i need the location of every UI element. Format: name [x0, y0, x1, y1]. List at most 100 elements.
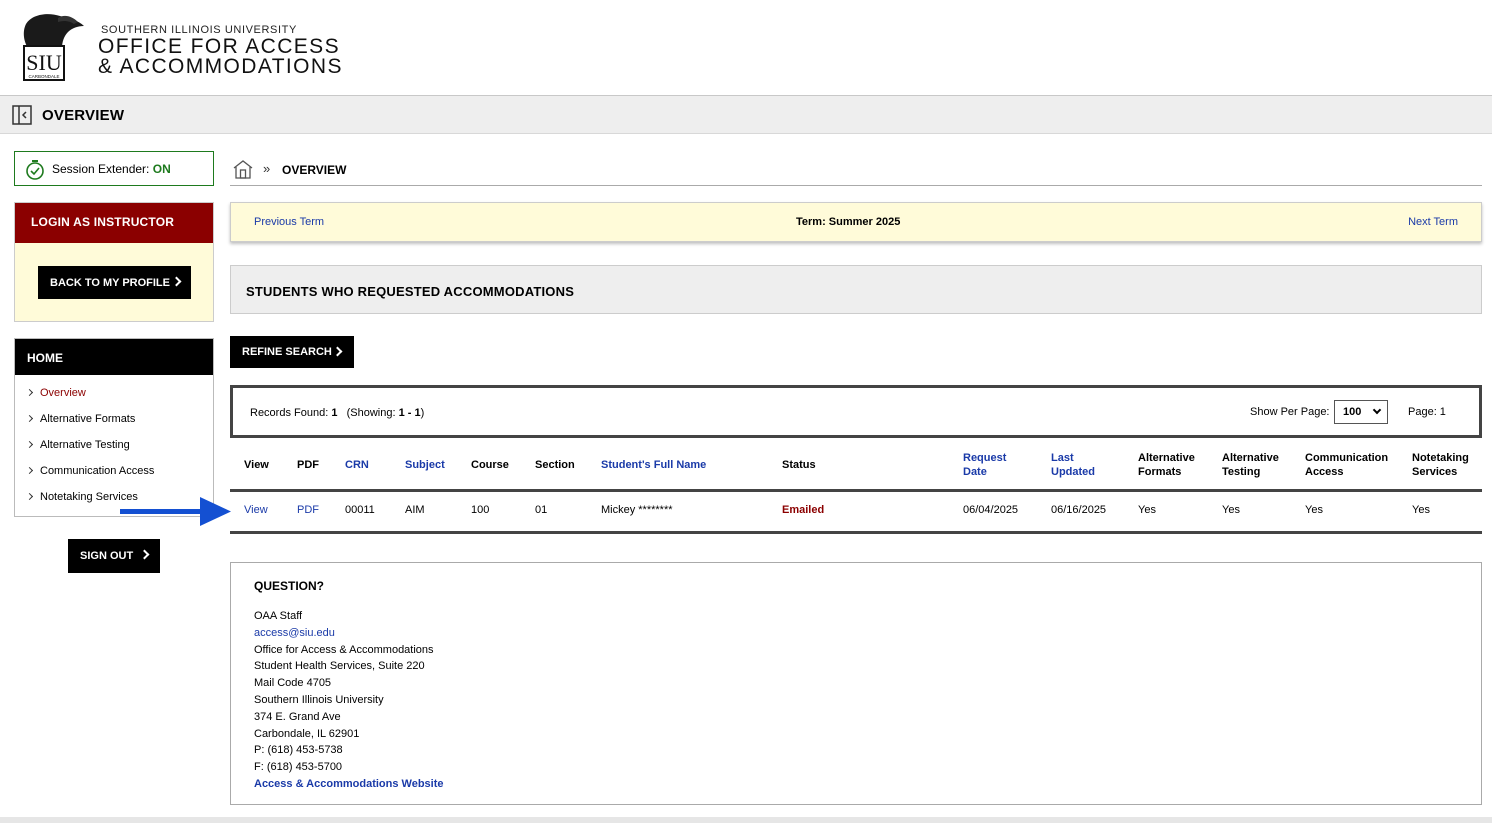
- contact-city: Carbondale, IL 62901: [254, 728, 360, 740]
- sidebar-item-communication-access[interactable]: Communication Access: [25, 465, 155, 477]
- back-to-profile-button[interactable]: BACK TO MY PROFILE: [38, 266, 191, 299]
- sidebar-collapse-icon[interactable]: [12, 105, 32, 125]
- cell-alternative-formats: Yes: [1138, 504, 1156, 516]
- session-extender[interactable]: Session Extender: ON: [14, 151, 214, 186]
- chevron-down-icon: [1372, 405, 1382, 415]
- title-bar: OVERVIEW: [0, 95, 1492, 134]
- chevron-right-icon: [25, 440, 34, 449]
- question-heading: QUESTION?: [254, 579, 325, 593]
- chevron-right-icon: [332, 346, 343, 357]
- site-header: SIU CARBONDALE SOUTHERN ILLINOIS UNIVERS…: [0, 0, 1492, 96]
- chevron-right-icon: [25, 466, 34, 475]
- chevron-right-icon: [139, 549, 150, 560]
- table-header: View PDF CRN Subject Course Section Stud…: [230, 442, 1482, 492]
- contact-mail-code: Mail Code 4705: [254, 677, 332, 689]
- contact-location: Student Health Services, Suite 220: [254, 660, 425, 672]
- breadcrumb-separator: »: [263, 161, 271, 176]
- sidebar-item-label: Alternative Formats: [40, 413, 136, 425]
- page-title: OVERVIEW: [42, 107, 125, 124]
- column-header-status: Status: [782, 459, 816, 471]
- table-row: View PDF 00011 AIM 100 01 Mickey *******…: [230, 492, 1482, 534]
- chevron-right-icon: [171, 276, 182, 287]
- login-as-instructor-panel: LOGIN AS INSTRUCTOR BACK TO MY PROFILE: [14, 202, 214, 322]
- column-header-course: Course: [471, 459, 509, 471]
- column-header-alternative-testing: Alternative Testing: [1222, 452, 1279, 478]
- cell-last-updated: 06/16/2025: [1051, 504, 1107, 516]
- sidebar-item-label: Overview: [40, 387, 86, 399]
- chevron-right-icon: [25, 388, 34, 397]
- session-extender-state: ON: [152, 162, 171, 176]
- records-found-text: Records Found: 1 (Showing: 1 - 1): [250, 407, 425, 419]
- contact-info-box: QUESTION? OAA Staff access@siu.edu Offic…: [230, 562, 1482, 805]
- sidebar-nav: HOME Overview Alternative Formats Altern…: [14, 338, 214, 517]
- contact-phone: P: (618) 453-5738: [254, 744, 343, 756]
- contact-name: OAA Staff: [254, 610, 303, 622]
- svg-text:SIU: SIU: [26, 50, 62, 75]
- cell-course: 100: [471, 504, 490, 516]
- records-count: 1: [331, 407, 338, 419]
- view-link[interactable]: View: [244, 504, 268, 516]
- chevron-right-icon: [25, 414, 34, 423]
- records-summary: Records Found: 1 (Showing: 1 - 1) Show P…: [230, 385, 1482, 438]
- sidebar-item-alternative-testing[interactable]: Alternative Testing: [25, 439, 130, 451]
- section-heading: STUDENTS WHO REQUESTED ACCOMMODATIONS: [230, 265, 1482, 314]
- session-extender-label: Session Extender:: [52, 162, 153, 176]
- page-indicator: Page: 1: [1408, 406, 1446, 418]
- sign-out-button[interactable]: SIGN OUT: [68, 539, 160, 573]
- office-name-line-2: & ACCOMMODATIONS: [98, 55, 343, 78]
- cell-student-name: Mickey ********: [601, 504, 673, 516]
- cell-crn: 00011: [345, 504, 375, 516]
- cell-status: Emailed: [782, 504, 825, 516]
- next-term-link[interactable]: Next Term: [1408, 216, 1458, 228]
- page-footer-strip: [0, 817, 1492, 823]
- term-selector: Previous Term Term: Summer 2025 Next Ter…: [230, 202, 1482, 242]
- column-header-request-date[interactable]: Request Date: [963, 451, 1006, 479]
- sign-out-label: SIGN OUT: [80, 550, 134, 562]
- column-header-communication-access: Communication Access: [1305, 452, 1389, 478]
- current-term-label: Term: Summer 2025: [796, 216, 901, 228]
- sidebar-item-label: Alternative Testing: [40, 439, 130, 451]
- refine-search-label: REFINE SEARCH: [242, 346, 332, 358]
- stopwatch-check-icon: [26, 160, 44, 180]
- website-link[interactable]: Access & Accommodations Website: [254, 778, 444, 790]
- column-header-view: View: [244, 459, 269, 471]
- svg-text:CARBONDALE: CARBONDALE: [28, 74, 59, 79]
- pdf-link[interactable]: PDF: [297, 504, 319, 516]
- section-title: STUDENTS WHO REQUESTED ACCOMMODATIONS: [246, 284, 575, 299]
- sidebar-item-overview[interactable]: Overview: [25, 387, 86, 399]
- per-page-select[interactable]: 100: [1334, 400, 1388, 424]
- cell-request-date: 06/04/2025: [963, 504, 1019, 516]
- sidebar-item-alternative-formats[interactable]: Alternative Formats: [25, 413, 136, 425]
- breadcrumb-current: OVERVIEW: [282, 163, 347, 177]
- column-header-last-updated[interactable]: Last Updated: [1051, 451, 1095, 479]
- cell-notetaking-services: Yes: [1412, 504, 1430, 516]
- sidebar-item-label: Communication Access: [40, 465, 155, 477]
- showing-range: 1 - 1: [398, 407, 421, 419]
- contact-university: Southern Illinois University: [254, 694, 384, 706]
- previous-term-link[interactable]: Previous Term: [254, 216, 324, 228]
- chevron-right-icon: [25, 492, 34, 501]
- column-header-student-name[interactable]: Student's Full Name: [601, 458, 706, 472]
- siu-saluki-logo[interactable]: SIU CARBONDALE: [18, 12, 92, 82]
- cell-communication-access: Yes: [1305, 504, 1323, 516]
- cell-alternative-testing: Yes: [1222, 504, 1240, 516]
- annotation-arrow-icon: [120, 497, 231, 526]
- column-header-notetaking-services: Notetaking Services: [1412, 452, 1469, 478]
- column-header-alternative-formats: Alternative Formats: [1138, 452, 1195, 478]
- contact-fax: F: (618) 453-5700: [254, 761, 343, 773]
- cell-subject: AIM: [405, 504, 425, 516]
- home-icon[interactable]: [232, 159, 254, 179]
- per-page-label: Show Per Page:: [1250, 406, 1330, 418]
- nav-heading-home[interactable]: HOME: [15, 339, 213, 375]
- column-header-subject[interactable]: Subject: [405, 458, 445, 472]
- column-header-pdf: PDF: [297, 459, 319, 471]
- contact-email-link[interactable]: access@siu.edu: [254, 627, 335, 639]
- refine-search-button[interactable]: REFINE SEARCH: [230, 336, 354, 368]
- contact-street: 374 E. Grand Ave: [254, 711, 341, 723]
- column-header-crn[interactable]: CRN: [345, 458, 369, 472]
- column-header-section: Section: [535, 459, 575, 471]
- back-to-profile-label: BACK TO MY PROFILE: [50, 277, 170, 289]
- contact-office: Office for Access & Accommodations: [254, 644, 434, 656]
- breadcrumb: » OVERVIEW: [230, 157, 1482, 186]
- login-as-instructor-heading: LOGIN AS INSTRUCTOR: [15, 203, 213, 243]
